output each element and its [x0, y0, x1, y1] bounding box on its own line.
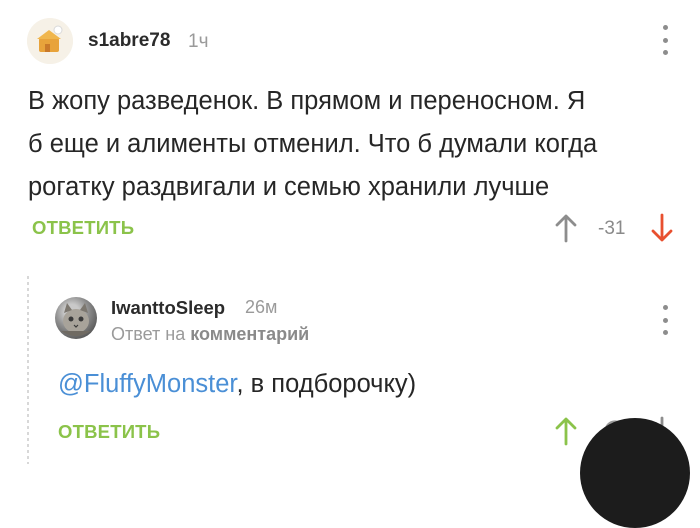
cat-avatar-icon [61, 303, 91, 336]
reply-time: 26м [245, 297, 278, 317]
comment-line: б еще и алименты отменил. Что б думали к… [28, 130, 598, 158]
user-avatar-icon [27, 18, 73, 64]
more-vertical-icon[interactable] [660, 25, 670, 55]
reply-to-info: Ответ на комментарий [111, 324, 309, 345]
arrow-up-icon[interactable] [554, 213, 578, 243]
floating-action-button[interactable] [580, 418, 690, 528]
reply-to-prefix: Ответ на [111, 324, 186, 344]
avatar[interactable] [55, 297, 97, 339]
arrow-down-icon[interactable] [650, 213, 674, 243]
comment-body: В жопу разведенок. В прямом и переносном… [28, 80, 668, 209]
comment-line: В жопу разведенок. В прямом и переносном… [28, 87, 586, 115]
reply-button[interactable]: ОТВЕТИТЬ [58, 421, 160, 443]
comment-time: 1ч [188, 31, 209, 52]
reply-text: , в подборочку) [236, 370, 417, 398]
user-mention-link[interactable]: @FluffyMonster [58, 370, 236, 398]
arrow-up-icon[interactable] [554, 416, 578, 446]
rating-value: -31 [598, 218, 626, 239]
reply-to-link[interactable]: комментарий [190, 324, 309, 344]
reply-body: @FluffyMonster, в подборочку) [58, 370, 416, 399]
reply-username[interactable]: IwanttoSleep [111, 297, 225, 319]
comment-username[interactable]: s1abre78 [88, 30, 170, 52]
reply-button[interactable]: ОТВЕТИТЬ [32, 217, 134, 239]
comment-line: рогатку раздвигали и семью хранили лучше [28, 173, 550, 201]
more-vertical-icon[interactable] [660, 305, 670, 335]
avatar[interactable] [27, 18, 73, 64]
thread-line [27, 276, 29, 464]
